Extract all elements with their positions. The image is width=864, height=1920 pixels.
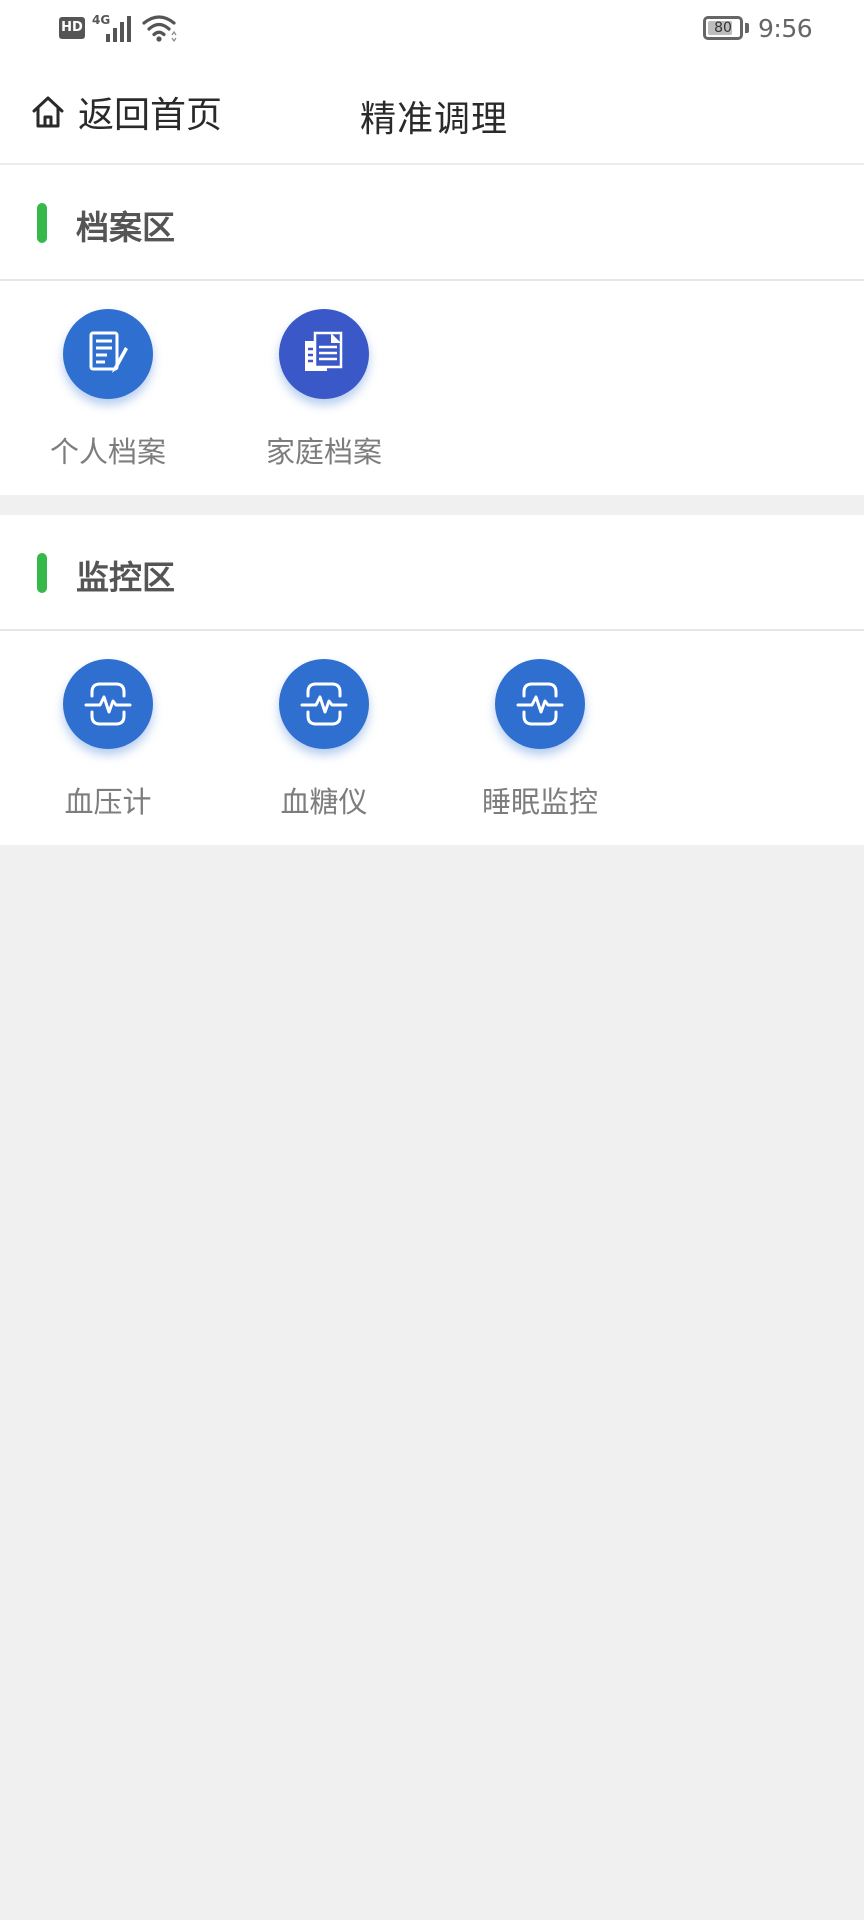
section-accent-bar [37, 553, 47, 593]
hd-voice-icon: HD [59, 17, 85, 39]
battery-icon: 80 [703, 16, 743, 40]
tile-label: 血糖仪 [280, 785, 368, 819]
page-title: 精准调理 [360, 99, 509, 140]
heart-monitor-icon [279, 659, 369, 749]
tile-label: 血压计 [64, 785, 152, 819]
wifi-icon [142, 15, 177, 42]
clock: 9:56 [758, 14, 813, 43]
sleep-monitor-tile[interactable]: 睡眠监控 [450, 659, 630, 829]
document-pen-icon [63, 309, 153, 399]
glucose-meter-tile[interactable]: 血糖仪 [234, 659, 414, 829]
monitor-section: 监控区 血压计 血糖仪 睡眠监控 [0, 515, 864, 845]
blood-pressure-tile[interactable]: 血压计 [18, 659, 198, 829]
section-title: 监控区 [76, 558, 175, 597]
battery-tip [745, 23, 749, 33]
battery-level: 80 [714, 20, 732, 36]
documents-stack-icon [279, 309, 369, 399]
heart-monitor-icon [63, 659, 153, 749]
archive-section: 档案区 个人档案 家庭档案 [0, 165, 864, 495]
nav-bar: 返回首页 精准调理 [0, 60, 864, 165]
monitor-section-header: 监控区 [0, 515, 864, 631]
tile-label: 个人档案 [49, 435, 166, 469]
archive-section-header: 档案区 [0, 165, 864, 281]
status-bar: HD 4G 80 9:56 [0, 0, 864, 60]
family-archive-tile[interactable]: 家庭档案 [234, 309, 414, 479]
back-home-label: 返回首页 [78, 95, 223, 136]
home-icon [32, 96, 64, 128]
personal-archive-tile[interactable]: 个人档案 [18, 309, 198, 479]
tile-label: 睡眠监控 [481, 785, 598, 819]
section-accent-bar [37, 203, 47, 243]
heart-monitor-icon [495, 659, 585, 749]
section-title: 档案区 [76, 208, 175, 247]
back-home-button[interactable]: 返回首页 [30, 88, 222, 136]
tile-label: 家庭档案 [265, 435, 382, 469]
signal-strength-icon [106, 16, 131, 42]
